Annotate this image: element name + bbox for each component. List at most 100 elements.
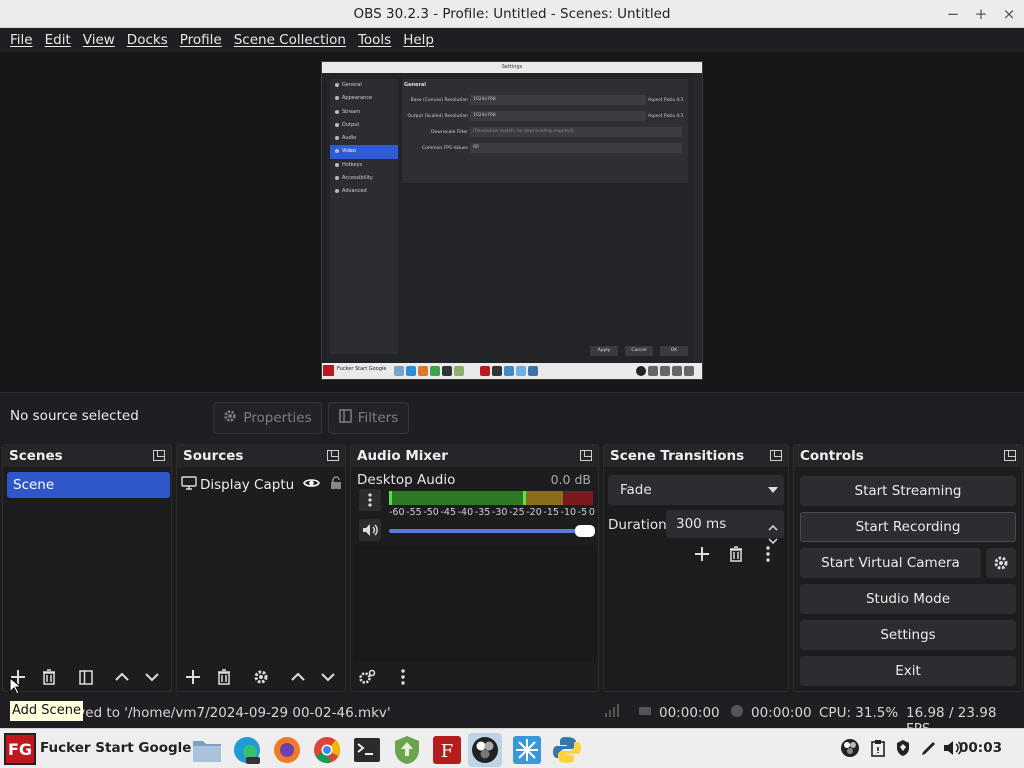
menu-view[interactable]: View	[77, 32, 121, 48]
filter-icon	[79, 669, 93, 685]
mixer-track: Desktop Audio 0.0 dB -60 -55 -50 -45 -40…	[353, 469, 597, 545]
file-manager-icon[interactable]	[190, 733, 224, 767]
duration-spinbox[interactable]: 300 ms	[666, 510, 784, 545]
edge-dev-icon[interactable]	[230, 733, 264, 767]
menu-tools[interactable]: Tools	[352, 32, 397, 48]
start-streaming-button[interactable]: Start Streaming	[800, 476, 1016, 506]
menu-scene-collection[interactable]: Scene Collection	[228, 32, 352, 48]
scene-list-item[interactable]: Scene	[7, 472, 170, 498]
obs-icon[interactable]	[468, 733, 502, 767]
menu-docks[interactable]: Docks	[121, 32, 174, 48]
move-source-up-button[interactable]	[284, 664, 312, 690]
preview-taskbar-brand: Fucker Start Google	[337, 366, 387, 372]
more-options-icon[interactable]	[359, 489, 381, 511]
dock-float-icon[interactable]	[1004, 450, 1016, 461]
stream-time: 00:00:00	[659, 705, 720, 721]
duration-value: 300 ms	[676, 516, 727, 532]
meter-tick: -30	[491, 507, 508, 518]
preview-row-extra: Aspect Ratio 4:3	[648, 114, 684, 119]
terminal-icon[interactable]	[350, 733, 384, 767]
move-source-down-button[interactable]	[314, 664, 342, 690]
speaker-icon[interactable]	[359, 519, 381, 541]
obs-tray-icon[interactable]	[839, 737, 861, 759]
dock-float-icon[interactable]	[153, 450, 165, 461]
minimize-button[interactable]: −	[946, 5, 960, 23]
menu-profile[interactable]: Profile	[174, 32, 228, 48]
volume-slider-handle[interactable]	[575, 525, 595, 537]
preview-canvas[interactable]: Settings General Appearance Stream Outpu…	[321, 61, 703, 380]
source-list-item[interactable]: Display Captu	[181, 472, 343, 498]
lock-icon[interactable]	[330, 476, 342, 494]
preview-settings-main: General Base (Canvas) Resolution 1024x76…	[402, 79, 688, 183]
preview-row-value: 60	[470, 143, 682, 153]
start-recording-button[interactable]: Start Recording	[800, 512, 1016, 542]
meter-tick: -55	[406, 507, 422, 518]
preview-row: Output (Scaled) Resolution 1024x768 Aspe…	[402, 111, 688, 122]
remove-transition-button[interactable]	[722, 541, 750, 567]
signal-bars-icon	[604, 704, 620, 722]
preview-row-label: Output (Scaled) Resolution	[407, 114, 468, 119]
volume-slider[interactable]	[389, 525, 595, 537]
python-icon[interactable]	[550, 733, 584, 767]
filter-icon	[339, 409, 352, 427]
updater-icon[interactable]	[390, 733, 424, 767]
scene-filters-button[interactable]	[72, 664, 100, 690]
exit-button[interactable]: Exit	[800, 656, 1016, 686]
clipboard-icon[interactable]	[867, 737, 889, 759]
close-button[interactable]: ×	[1002, 5, 1016, 23]
preview-row-value: 1024x768	[470, 95, 646, 105]
mixer-track-db: 0.0 dB	[550, 472, 591, 487]
font-viewer-icon[interactable]: F	[430, 733, 464, 767]
menu-help[interactable]: Help	[397, 32, 440, 48]
meter-tick: -25	[509, 507, 525, 518]
no-source-label: No source selected	[10, 408, 139, 424]
chrome-icon[interactable]	[310, 733, 344, 767]
menu-file[interactable]: File	[4, 32, 39, 48]
firefox-icon[interactable]	[270, 733, 304, 767]
add-transition-button[interactable]	[688, 541, 716, 567]
status-message: aved to '/home/vm7/2024-09-29 00-02-46.m…	[69, 705, 391, 721]
remove-source-button[interactable]	[210, 664, 238, 690]
meter-tick: -45	[440, 507, 456, 518]
scenes-dock: Scenes Scene	[2, 444, 172, 692]
settings-button[interactable]: Settings	[800, 620, 1016, 650]
network-icon[interactable]	[510, 733, 544, 767]
pen-icon[interactable]	[918, 737, 940, 759]
preview-sidebar-item: Advanced	[330, 185, 398, 198]
tooltip: Add Scene	[10, 701, 83, 721]
menu-bar: File Edit View Docks Profile Scene Colle…	[0, 28, 1024, 52]
transition-select[interactable]: Fade	[608, 475, 784, 505]
shield-icon[interactable]	[892, 737, 914, 759]
plus-icon	[186, 670, 200, 684]
move-scene-down-button[interactable]	[138, 664, 166, 690]
meter-tick: -5	[577, 507, 588, 518]
move-scene-up-button[interactable]	[108, 664, 136, 690]
system-clock[interactable]: 00:03	[959, 740, 1002, 756]
preview-settings-title: Settings	[322, 62, 702, 73]
menu-edit[interactable]: Edit	[39, 32, 77, 48]
properties-button[interactable]: Properties	[213, 402, 322, 434]
meter-tick: 0	[588, 507, 595, 518]
remove-scene-button[interactable]	[35, 664, 63, 690]
dock-float-icon[interactable]	[580, 450, 592, 461]
volume-meter	[389, 491, 593, 505]
start-menu-logo[interactable]: FG	[4, 733, 36, 765]
studio-mode-button[interactable]: Studio Mode	[800, 584, 1016, 614]
maximize-button[interactable]: +	[974, 5, 988, 23]
source-properties-button[interactable]	[247, 664, 275, 690]
properties-label: Properties	[243, 410, 312, 426]
add-source-button[interactable]	[179, 664, 207, 690]
transition-menu-button[interactable]	[756, 541, 780, 567]
preview-row: Base (Canvas) Resolution 1024x768 Aspect…	[402, 95, 688, 106]
system-taskbar: FG Fucker Start Google F 00:03	[0, 728, 1024, 768]
filters-button[interactable]: Filters	[328, 402, 409, 434]
start-menu-label[interactable]: Fucker Start Google	[40, 740, 191, 756]
mixer-menu-button[interactable]	[389, 664, 417, 690]
eye-icon[interactable]	[303, 477, 321, 493]
advanced-audio-button[interactable]	[353, 664, 381, 690]
dock-float-icon[interactable]	[327, 450, 339, 461]
virtual-camera-settings-button[interactable]	[986, 548, 1016, 578]
start-virtual-camera-button[interactable]: Start Virtual Camera	[800, 548, 981, 578]
dock-float-icon[interactable]	[770, 450, 782, 461]
transition-selected: Fade	[620, 482, 652, 498]
